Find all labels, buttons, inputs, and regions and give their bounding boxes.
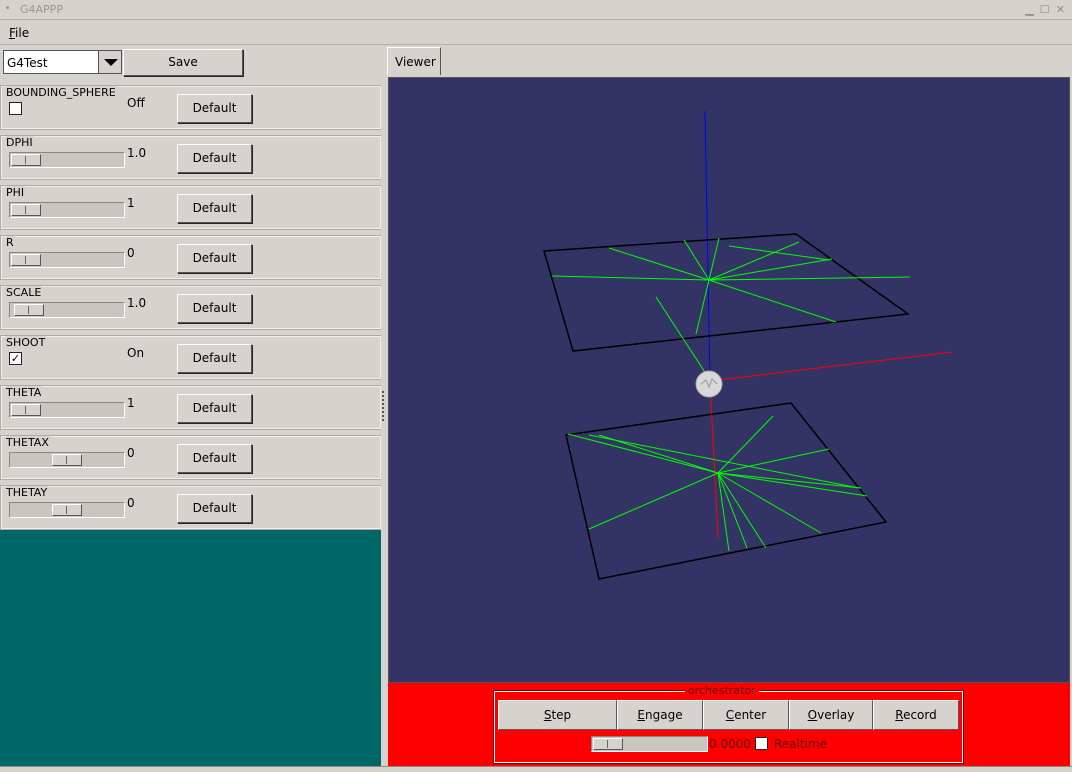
param-value: On — [127, 346, 145, 360]
realtime-label: Realtime — [774, 737, 827, 751]
param-slider[interactable] — [9, 452, 125, 468]
orchestrator-frame: orchestrator Step Engage Center Overlay … — [493, 684, 964, 764]
param-slider-handle[interactable] — [52, 504, 82, 516]
param-slider-handle[interactable] — [14, 304, 44, 316]
overlay-button[interactable]: Overlay — [789, 700, 873, 730]
menu-file[interactable]: File — [9, 26, 29, 40]
default-button[interactable]: Default — [177, 144, 252, 173]
default-button[interactable]: Default — [177, 494, 252, 523]
chevron-down-icon — [104, 59, 118, 66]
param-value: 0 — [127, 246, 135, 260]
splitter-grip[interactable] — [382, 391, 384, 421]
default-button[interactable]: Default — [177, 244, 252, 273]
param-value: 0 — [127, 446, 135, 460]
param-label: DPHI — [6, 136, 34, 149]
origin-marker-icon — [695, 370, 723, 398]
param-scale: SCALE 1.0 Default — [0, 285, 382, 330]
param-phi: PHI 1 Default — [0, 185, 382, 230]
param-label: R — [6, 236, 15, 249]
app-icon: • — [5, 4, 11, 14]
center-button[interactable]: Center — [703, 700, 789, 730]
param-slider-handle[interactable] — [11, 204, 41, 216]
orchestrator-panel: orchestrator Step Engage Center Overlay … — [388, 683, 1070, 766]
default-button[interactable]: Default — [177, 344, 252, 373]
save-button[interactable]: Save — [123, 49, 243, 76]
param-slider-handle[interactable] — [11, 254, 41, 266]
default-button[interactable]: Default — [177, 444, 252, 473]
record-button[interactable]: Record — [873, 700, 959, 730]
3d-viewer[interactable] — [388, 77, 1070, 683]
param-theta: THETA 1 Default — [0, 385, 382, 430]
close-icon[interactable]: ✕ — [1054, 3, 1067, 16]
param-checkbox[interactable]: ✓ — [9, 352, 22, 365]
default-button[interactable]: Default — [177, 194, 252, 223]
status-strip — [0, 766, 1072, 772]
default-button[interactable]: Default — [177, 94, 252, 123]
menu-bar: File — [0, 21, 1072, 45]
param-slider-handle[interactable] — [11, 154, 41, 166]
time-slider[interactable] — [591, 736, 708, 752]
y-axis — [704, 110, 711, 382]
window-title: G4APPP — [20, 3, 63, 16]
upper-tracks — [551, 237, 911, 381]
param-value: Off — [127, 96, 145, 110]
param-checkbox[interactable] — [9, 102, 22, 115]
viewer-scene[interactable] — [389, 78, 1069, 682]
param-label: THETA — [6, 386, 43, 399]
time-slider-handle[interactable] — [593, 738, 623, 750]
param-slider[interactable] — [9, 302, 125, 318]
default-button[interactable]: Default — [177, 394, 252, 423]
upper-detector-plane — [543, 233, 911, 352]
param-label: BOUNDING_SPHERE — [6, 86, 117, 99]
empty-panel-area — [0, 530, 381, 766]
orchestrator-title: orchestrator — [685, 684, 759, 697]
param-value: 1 — [127, 396, 135, 410]
param-slider-handle[interactable] — [52, 454, 82, 466]
param-thetax: THETAX 0 Default — [0, 435, 382, 480]
engage-button[interactable]: Engage — [617, 700, 703, 730]
param-value: 1.0 — [127, 146, 147, 160]
realtime-checkbox[interactable] — [755, 737, 768, 750]
default-button[interactable]: Default — [177, 294, 252, 323]
step-button[interactable]: Step — [498, 700, 617, 730]
window-title-bar: • G4APPP ▁ ☐ ✕ — [0, 0, 1072, 20]
param-label: SCALE — [6, 286, 43, 299]
panel-splitter[interactable] — [381, 46, 386, 766]
param-label: THETAX — [6, 436, 50, 449]
combo-dropdown-button[interactable] — [98, 50, 122, 74]
param-slider[interactable] — [9, 202, 125, 218]
param-label: SHOOT — [6, 336, 47, 349]
param-shoot: SHOOT ✓ On Default — [0, 335, 382, 380]
param-label: THETAY — [6, 486, 49, 499]
param-thetay: THETAY 0 Default — [0, 485, 382, 530]
param-value: 0 — [127, 496, 135, 510]
param-slider-handle[interactable] — [11, 404, 41, 416]
param-value: 1.0 — [127, 296, 147, 310]
tab-viewer[interactable]: Viewer — [387, 47, 441, 75]
geometry-combo[interactable]: G4Test — [3, 50, 98, 74]
lower-detector-plane — [565, 402, 888, 580]
x-axis — [709, 351, 953, 382]
param-bounding-sphere: BOUNDING_SPHERE Off Default — [0, 85, 382, 130]
minimize-icon[interactable]: ▁ — [1023, 3, 1036, 16]
param-slider[interactable] — [9, 402, 125, 418]
param-dphi: DPHI 1.0 Default — [0, 135, 382, 180]
time-value: 0.0000 — [709, 737, 751, 751]
maximize-icon[interactable]: ☐ — [1038, 3, 1051, 16]
param-value: 1 — [127, 196, 135, 210]
param-slider[interactable] — [9, 252, 125, 268]
param-r: R 0 Default — [0, 235, 382, 280]
param-label: PHI — [6, 186, 26, 199]
param-slider[interactable] — [9, 152, 125, 168]
param-slider[interactable] — [9, 502, 125, 518]
